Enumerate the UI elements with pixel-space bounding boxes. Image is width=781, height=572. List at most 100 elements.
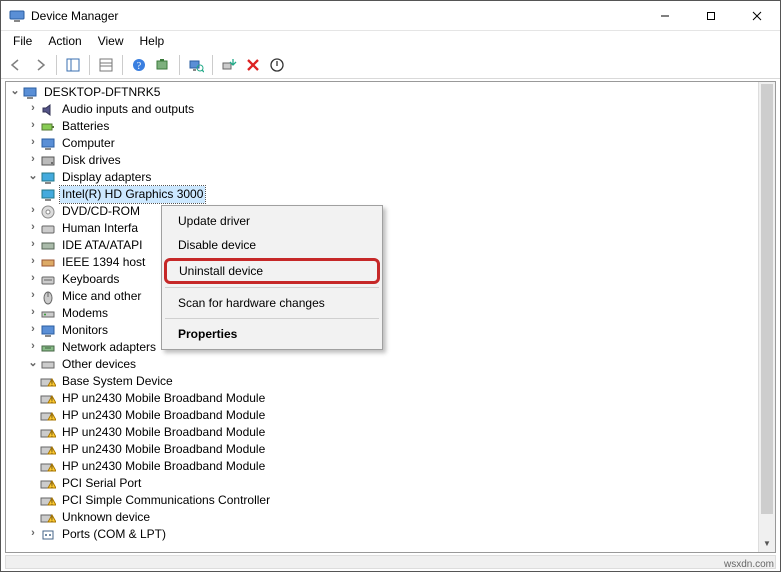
expand-icon[interactable] <box>26 253 40 270</box>
display-icon <box>40 170 56 186</box>
tree-item-display-intel[interactable]: Intel(R) HD Graphics 3000 <box>60 186 205 203</box>
window-title: Device Manager <box>31 9 642 23</box>
expand-icon[interactable] <box>26 355 40 372</box>
tree-item-monitors[interactable]: Monitors <box>60 322 110 339</box>
tree-item-disk[interactable]: Disk drives <box>60 152 123 169</box>
svg-text:!: ! <box>51 516 53 523</box>
expand-icon[interactable] <box>26 202 40 219</box>
svg-text:!: ! <box>51 448 53 455</box>
back-button[interactable] <box>5 54 27 76</box>
tree-item-other-child[interactable]: HP un2430 Mobile Broadband Module <box>60 441 267 458</box>
close-button[interactable] <box>734 1 780 31</box>
ieee1394-icon <box>40 255 56 271</box>
modem-icon <box>40 306 56 322</box>
ports-icon <box>40 527 56 543</box>
expand-icon[interactable] <box>26 168 40 185</box>
svg-text:!: ! <box>51 499 53 506</box>
tree-item-computer[interactable]: Computer <box>60 135 117 152</box>
context-update-driver[interactable]: Update driver <box>164 209 380 233</box>
warning-device-icon: ! <box>40 408 56 424</box>
warning-device-icon: ! <box>40 459 56 475</box>
menu-file[interactable]: File <box>5 32 40 50</box>
tree-item-other-child[interactable]: Base System Device <box>60 373 175 390</box>
context-separator <box>165 318 379 319</box>
expand-icon[interactable] <box>26 525 40 542</box>
uninstall-button[interactable] <box>242 54 264 76</box>
tree-item-other[interactable]: Other devices <box>60 356 138 373</box>
tree-item-ports[interactable]: Ports (COM & LPT) <box>60 526 168 543</box>
vertical-scrollbar[interactable]: ▲ ▼ <box>758 82 775 552</box>
maximize-button[interactable] <box>688 1 734 31</box>
menu-view[interactable]: View <box>90 32 132 50</box>
toolbar-separator <box>56 55 57 75</box>
expand-icon[interactable] <box>26 236 40 253</box>
watermark: wsxdn.com <box>724 559 774 570</box>
keyboard-icon <box>40 272 56 288</box>
tree-root[interactable]: DESKTOP-DFTNRK5 <box>42 84 162 101</box>
context-separator <box>165 287 379 288</box>
tree-item-keyboards[interactable]: Keyboards <box>60 271 121 288</box>
context-menu: Update driver Disable device Uninstall d… <box>161 205 383 350</box>
tree-item-mice[interactable]: Mice and other <box>60 288 143 305</box>
expand-icon[interactable] <box>26 287 40 304</box>
toolbar: ? <box>1 51 780 79</box>
scroll-down-icon[interactable]: ▼ <box>759 535 775 552</box>
svg-text:!: ! <box>51 431 53 438</box>
network-icon <box>40 340 56 356</box>
warning-device-icon: ! <box>40 374 56 390</box>
title-bar: Device Manager <box>1 1 780 31</box>
scroll-thumb[interactable] <box>761 84 773 514</box>
properties-button[interactable] <box>95 54 117 76</box>
tree-item-audio[interactable]: Audio inputs and outputs <box>60 101 196 118</box>
toolbar-separator <box>89 55 90 75</box>
disk-icon <box>40 153 56 169</box>
expand-icon[interactable] <box>26 134 40 151</box>
other-devices-children: !Base System Device !HP un2430 Mobile Br… <box>8 373 758 526</box>
expand-icon[interactable] <box>26 270 40 287</box>
action-icon[interactable] <box>152 54 174 76</box>
monitor-icon <box>40 323 56 339</box>
context-uninstall-device[interactable]: Uninstall device <box>164 258 380 284</box>
tree-item-ide[interactable]: IDE ATA/ATAPI <box>60 237 144 254</box>
tree-item-other-child[interactable]: PCI Simple Communications Controller <box>60 492 272 509</box>
tree-item-other-child[interactable]: HP un2430 Mobile Broadband Module <box>60 424 267 441</box>
expand-icon[interactable] <box>26 117 40 134</box>
expand-icon[interactable] <box>26 100 40 117</box>
context-scan-hardware[interactable]: Scan for hardware changes <box>164 291 380 315</box>
tree-item-network[interactable]: Network adapters <box>60 339 158 356</box>
menu-bar: File Action View Help <box>1 31 780 51</box>
tree-item-ieee1394[interactable]: IEEE 1394 host <box>60 254 147 271</box>
menu-action[interactable]: Action <box>40 32 89 50</box>
svg-text:!: ! <box>51 380 53 387</box>
expand-icon[interactable] <box>8 83 22 100</box>
tree-item-modems[interactable]: Modems <box>60 305 110 322</box>
tree-item-batteries[interactable]: Batteries <box>60 118 111 135</box>
show-hide-tree-button[interactable] <box>62 54 84 76</box>
tree-item-display[interactable]: Display adapters <box>60 169 153 186</box>
tree-item-other-child[interactable]: HP un2430 Mobile Broadband Module <box>60 458 267 475</box>
tree-item-hid[interactable]: Human Interfa <box>60 220 140 237</box>
expand-icon[interactable] <box>26 321 40 338</box>
expand-icon[interactable] <box>26 338 40 355</box>
tree-item-other-child[interactable]: HP un2430 Mobile Broadband Module <box>60 390 267 407</box>
expand-icon[interactable] <box>26 219 40 236</box>
forward-button[interactable] <box>29 54 51 76</box>
disable-button[interactable] <box>266 54 288 76</box>
minimize-button[interactable] <box>642 1 688 31</box>
update-driver-button[interactable] <box>218 54 240 76</box>
warning-device-icon: ! <box>40 425 56 441</box>
context-disable-device[interactable]: Disable device <box>164 233 380 257</box>
expand-icon[interactable] <box>26 304 40 321</box>
horizontal-scrollbar[interactable] <box>5 555 776 569</box>
scan-hardware-button[interactable] <box>185 54 207 76</box>
tree-item-other-child[interactable]: PCI Serial Port <box>60 475 143 492</box>
context-properties[interactable]: Properties <box>164 322 380 346</box>
expand-icon[interactable] <box>26 151 40 168</box>
help-button[interactable]: ? <box>128 54 150 76</box>
tree-item-other-child[interactable]: HP un2430 Mobile Broadband Module <box>60 407 267 424</box>
dvd-icon <box>40 204 56 220</box>
menu-help[interactable]: Help <box>132 32 173 50</box>
tree-item-dvd[interactable]: DVD/CD-ROM <box>60 203 142 220</box>
tree-item-other-child[interactable]: Unknown device <box>60 509 152 526</box>
svg-text:!: ! <box>51 482 53 489</box>
